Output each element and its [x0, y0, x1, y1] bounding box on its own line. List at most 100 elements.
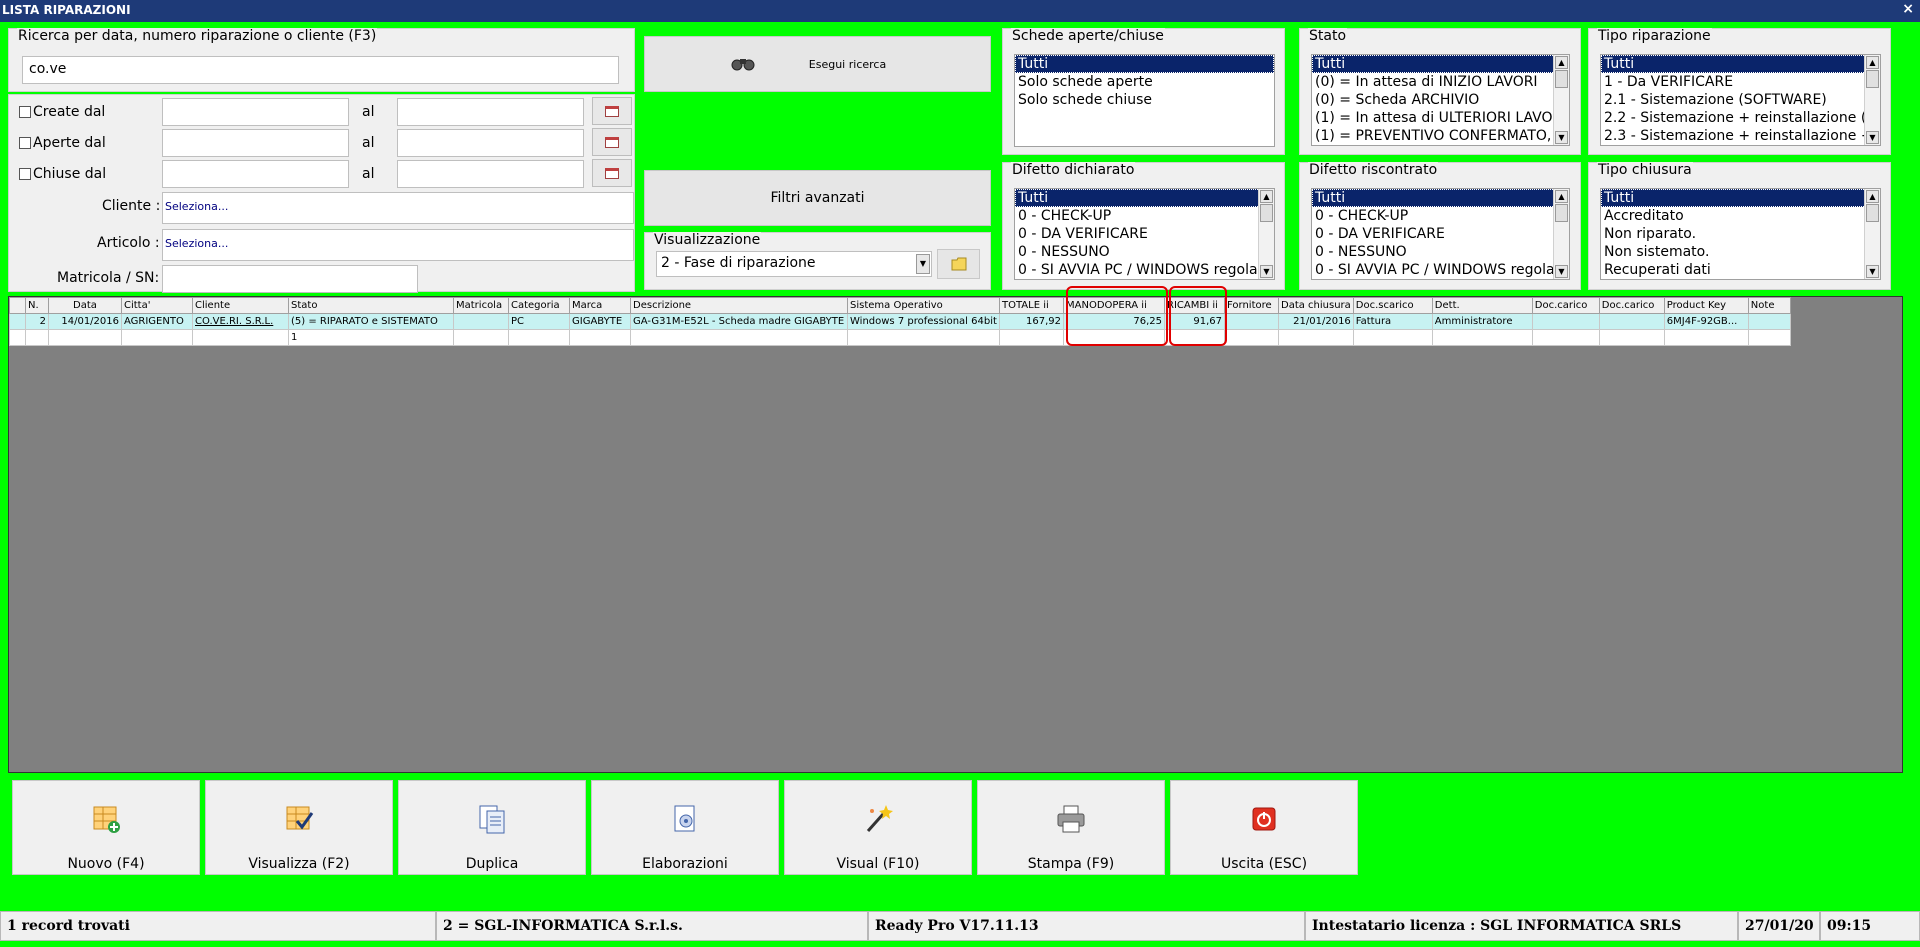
list-item[interactable]: 1 - Da VERIFICARE — [1601, 73, 1880, 91]
scroll-up-icon[interactable]: ▲ — [1555, 190, 1568, 203]
search-input[interactable]: co.ve — [22, 56, 619, 84]
difetto-riscontrato-listbox[interactable]: Tutti 0 - CHECK-UP 0 - DA VERIFICARE 0 -… — [1311, 188, 1570, 280]
column-header[interactable]: Fornitore — [1224, 297, 1279, 314]
list-item[interactable]: Solo schede aperte — [1015, 73, 1274, 91]
opened-calendar-button[interactable] — [592, 128, 632, 156]
column-header[interactable]: Doc.carico — [1531, 297, 1600, 314]
results-table[interactable]: N. Data Citta' Cliente Stato Matricola C… — [9, 297, 1791, 346]
list-item[interactable]: 2.2 - Sistemazione + reinstallazione (SO… — [1601, 109, 1880, 127]
table-cell[interactable] — [847, 329, 1000, 346]
list-item[interactable]: Recuperati dati — [1601, 261, 1880, 279]
table-cell[interactable] — [1431, 329, 1533, 346]
scroll-up-icon[interactable]: ▲ — [1260, 190, 1273, 203]
table-cell[interactable] — [1278, 329, 1354, 346]
table-cell[interactable] — [453, 329, 509, 346]
folder-button[interactable] — [937, 249, 980, 279]
scroll-down-icon[interactable]: ▼ — [1555, 131, 1568, 144]
tipo-chiusura-listbox[interactable]: Tutti Accreditato Non riparato. Non sist… — [1600, 188, 1881, 280]
scrollbar[interactable]: ▲ ▼ — [1864, 55, 1880, 145]
advanced-filters-button[interactable]: Filtri avanzati — [644, 170, 991, 226]
scrollbar[interactable]: ▲ ▼ — [1864, 189, 1880, 279]
table-cell[interactable]: AGRIGENTO — [121, 313, 193, 330]
table-cell[interactable] — [1663, 329, 1749, 346]
column-header[interactable]: Marca — [569, 297, 631, 314]
results-grid[interactable]: N. Data Citta' Cliente Stato Matricola C… — [8, 296, 1903, 773]
scroll-thumb[interactable] — [1555, 70, 1568, 88]
table-cell[interactable]: 21/01/2016 — [1278, 313, 1354, 330]
column-header[interactable]: Sistema Operativo — [847, 297, 1000, 314]
list-item[interactable]: (1) = In attesa di ULTERIORI LAVO — [1312, 109, 1569, 127]
print-button[interactable]: Stampa (F9) — [977, 780, 1165, 875]
column-header[interactable]: Data — [48, 297, 122, 314]
column-header[interactable]: Product Key — [1663, 297, 1749, 314]
table-cell[interactable]: Windows 7 professional 64bit — [847, 313, 1000, 330]
scroll-thumb[interactable] — [1866, 204, 1879, 222]
scrollbar[interactable]: ▲ ▼ — [1553, 189, 1569, 279]
matricola-field[interactable] — [162, 265, 418, 293]
close-icon[interactable]: × — [1902, 1, 1914, 17]
list-item[interactable]: 0 - SI AVVIA PC / WINDOWS regola — [1015, 261, 1274, 279]
list-item[interactable]: (0) = Scheda ARCHIVIO — [1312, 91, 1569, 109]
column-header[interactable]: Doc.scarico — [1352, 297, 1433, 314]
table-cell[interactable] — [453, 313, 509, 330]
list-item[interactable]: 0 - NESSUNO — [1312, 243, 1569, 261]
table-cell[interactable] — [630, 329, 848, 346]
schede-listbox[interactable]: Tutti Solo schede aperte Solo schede chi… — [1014, 54, 1275, 147]
table-cell[interactable] — [121, 329, 193, 346]
table-cell[interactable] — [1224, 313, 1279, 330]
table-cell[interactable]: CO.VE.RI. S.R.L. — [192, 313, 289, 330]
column-header[interactable]: Cliente — [192, 297, 289, 314]
table-cell[interactable] — [1531, 329, 1600, 346]
closed-from-field[interactable] — [162, 160, 349, 188]
table-cell[interactable]: Fattura — [1352, 313, 1433, 330]
table-cell[interactable] — [1598, 329, 1665, 346]
table-cell[interactable]: 2 — [25, 313, 49, 330]
list-item[interactable]: Tutti — [1312, 55, 1569, 73]
created-from-field[interactable] — [162, 98, 349, 126]
column-header[interactable]: Matricola — [453, 297, 509, 314]
scroll-down-icon[interactable]: ▼ — [1866, 131, 1879, 144]
created-checkbox[interactable]: Create dal — [19, 104, 105, 120]
table-cell[interactable]: (5) = RIPARATO e SISTEMATO — [288, 313, 454, 330]
list-item[interactable]: Non sistemato. — [1601, 243, 1880, 261]
list-item[interactable]: Tutti — [1601, 189, 1880, 207]
scroll-down-icon[interactable]: ▼ — [1866, 265, 1879, 278]
table-cell[interactable] — [1747, 313, 1791, 330]
chevron-down-icon[interactable]: ▼ — [916, 254, 930, 274]
scroll-up-icon[interactable]: ▲ — [1555, 56, 1568, 69]
scrollbar[interactable]: ▲ ▼ — [1553, 55, 1569, 145]
column-header[interactable]: Categoria — [508, 297, 570, 314]
table-cell[interactable]: GIGABYTE — [569, 313, 631, 330]
visual-button[interactable]: Visual (F10) — [784, 780, 972, 875]
duplicate-button[interactable]: Duplica — [398, 780, 586, 875]
column-header[interactable]: Dett. — [1431, 297, 1533, 314]
list-item[interactable]: 0 - SI AVVIA PC / WINDOWS regola — [1312, 261, 1569, 279]
stato-listbox[interactable]: Tutti (0) = In attesa di INIZIO LAVORI (… — [1311, 54, 1570, 146]
table-cell[interactable] — [1224, 329, 1279, 346]
column-header[interactable]: Stato — [288, 297, 454, 314]
table-cell[interactable] — [999, 329, 1064, 346]
checkbox-box[interactable] — [19, 168, 31, 180]
scroll-up-icon[interactable]: ▲ — [1866, 190, 1879, 203]
list-item[interactable]: 0 - CHECK-UP — [1015, 207, 1274, 225]
table-cell[interactable]: PC — [508, 313, 570, 330]
list-item[interactable]: 0 - DA VERIFICARE — [1015, 225, 1274, 243]
table-row[interactable]: 1 — [9, 329, 1791, 346]
process-button[interactable]: Elaborazioni — [591, 780, 779, 875]
list-item[interactable]: Tutti — [1015, 189, 1274, 207]
table-cell[interactable] — [192, 329, 289, 346]
list-item[interactable]: (1) = PREVENTIVO CONFERMATO, — [1312, 127, 1569, 145]
search-button[interactable]: Esegui ricerca — [644, 36, 991, 92]
list-item[interactable]: 0 - NESSUNO — [1015, 243, 1274, 261]
list-item[interactable]: 2.1 - Sistemazione (SOFTWARE) — [1601, 91, 1880, 109]
table-row[interactable]: 2 14/01/2016 AGRIGENTO CO.VE.RI. S.R.L. … — [9, 313, 1791, 330]
table-cell[interactable]: 14/01/2016 — [48, 313, 122, 330]
list-item[interactable]: 0 - CHECK-UP — [1312, 207, 1569, 225]
row-selector[interactable] — [9, 329, 26, 346]
table-cell[interactable]: 6MJ4F-92GB... — [1663, 313, 1749, 330]
scrollbar[interactable]: ▲ ▼ — [1258, 189, 1274, 279]
exit-button[interactable]: Uscita (ESC) — [1170, 780, 1358, 875]
visualizzazione-select[interactable]: 2 - Fase di riparazione ▼ — [656, 251, 932, 277]
table-cell[interactable] — [1352, 329, 1433, 346]
opened-checkbox[interactable]: Aperte dal — [19, 135, 106, 151]
